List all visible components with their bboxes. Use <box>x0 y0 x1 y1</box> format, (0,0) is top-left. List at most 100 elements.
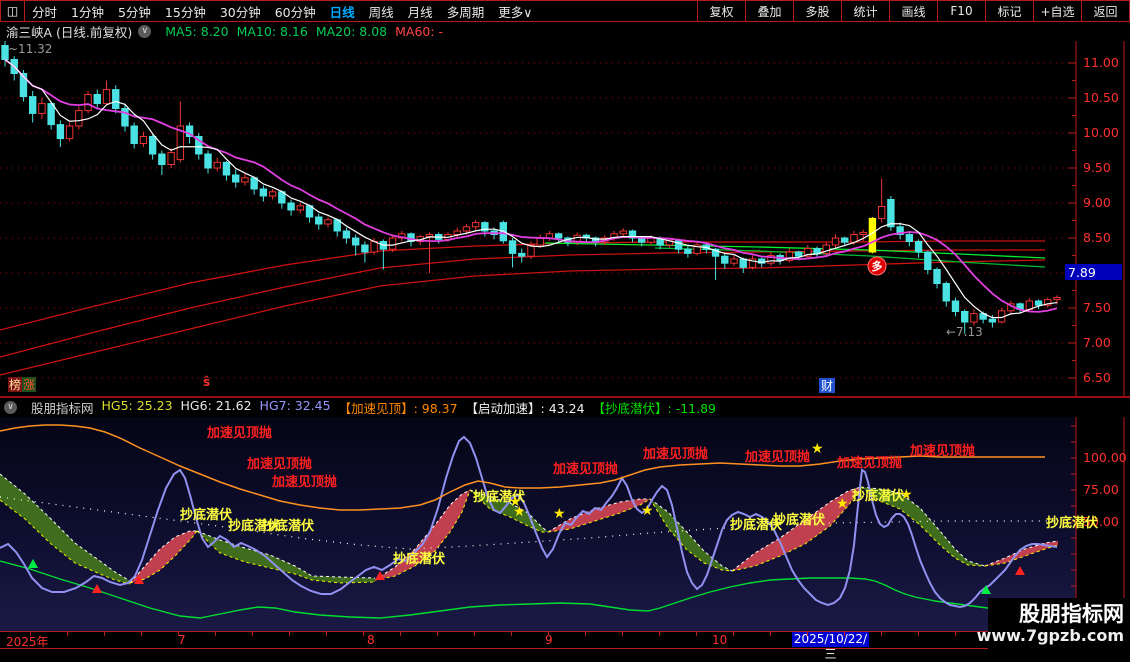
toolbar-button[interactable]: 叠加 <box>745 1 793 21</box>
candle-body <box>66 126 72 139</box>
candle-body <box>814 249 820 254</box>
ma-value-label: MA10: 8.16 <box>237 24 308 39</box>
star-marker: ★ <box>900 487 913 503</box>
date-tick <box>585 632 586 636</box>
label-jiasu-jianding: 加速见顶抛 <box>246 456 312 472</box>
tab-period[interactable]: 1分钟 <box>64 2 111 21</box>
candle-body <box>463 227 469 231</box>
indicator-collapse-icon[interactable]: ∨ <box>4 401 17 414</box>
star-marker: ★ <box>553 506 566 522</box>
current-date-label: 2025/10/22/三 <box>792 632 869 647</box>
window-split-icon[interactable]: ◫ <box>1 1 25 21</box>
label-jiasu-jianding: 加速见顶抛 <box>642 446 708 462</box>
candle-body <box>76 111 82 126</box>
tab-period[interactable]: 分时 <box>25 2 64 21</box>
symbol-title: 渝三峡A (日线.前复权) <box>6 22 132 41</box>
label-chaodi-qianfu: 抄底潜伏 <box>180 507 232 523</box>
date-tick <box>659 632 660 636</box>
rank-badge-text: 涨 <box>23 377 35 392</box>
toolbar-button[interactable]: +自选 <box>1033 1 1081 21</box>
date-axis-label: 2025年 <box>6 633 49 650</box>
price-axis-label: 10.50 <box>1083 90 1119 105</box>
candle-body <box>149 137 155 155</box>
candle-body <box>352 238 358 245</box>
candle-body <box>519 253 525 256</box>
candle-body <box>316 217 322 224</box>
candle-body <box>325 220 331 224</box>
ma-value-label: MA60: - <box>395 24 443 39</box>
label-chaodi-qianfu: 抄底潜伏 <box>262 518 314 534</box>
candle-body <box>288 203 294 210</box>
candle-body <box>260 189 266 196</box>
tab-period[interactable]: 30分钟 <box>213 2 268 21</box>
tab-period[interactable]: 5分钟 <box>111 2 158 21</box>
tab-period[interactable]: 更多∨ <box>491 2 539 21</box>
long-ma-red-2 <box>0 250 1045 357</box>
label-chaodi-qianfu: 抄底潜伏 <box>393 551 445 567</box>
candle-body <box>795 252 801 256</box>
date-tick <box>178 632 179 636</box>
toolbar-button[interactable]: 画线 <box>889 1 937 21</box>
tab-period[interactable]: 15分钟 <box>158 2 213 21</box>
star-marker: ★ <box>811 441 824 457</box>
date-tick <box>326 632 327 636</box>
tab-period[interactable]: 60分钟 <box>268 2 323 21</box>
toolbar-button[interactable]: 复权 <box>697 1 745 21</box>
candle-body <box>934 270 940 284</box>
toolbar-button[interactable]: 返回 <box>1081 1 1129 21</box>
tab-period[interactable]: 多周期 <box>440 2 492 21</box>
duo-signal-text: 多 <box>872 259 883 273</box>
indicator-value-label: 股朋指标网 <box>31 398 94 417</box>
date-tick <box>733 632 734 636</box>
tab-period[interactable]: 日线 <box>323 2 362 21</box>
label-jiasu-jianding: 加速见顶抛 <box>552 461 618 477</box>
date-tick <box>881 632 882 636</box>
date-tick <box>141 632 142 636</box>
date-tick <box>622 632 623 636</box>
label-jiasu-jianding: 加速见顶抛 <box>836 455 902 471</box>
candle-body <box>297 206 303 210</box>
candle-body <box>722 256 728 263</box>
date-tick <box>400 632 401 636</box>
candle-body <box>39 104 45 114</box>
star-marker: ★ <box>836 496 849 512</box>
candle-body <box>740 259 746 267</box>
candle-body <box>454 231 460 235</box>
candle-body <box>343 231 349 238</box>
price-axis-label: 7.00 <box>1083 335 1111 350</box>
price-axis-label: 9.50 <box>1083 160 1111 175</box>
watermark-url: www.7gpzb.com <box>977 626 1124 646</box>
indicator-value-label: HG5: 25.23 <box>102 398 173 417</box>
candle-body <box>103 90 109 104</box>
label-jiasu-jianding: 加速见顶抛 <box>744 449 810 465</box>
ma-value-label: MA5: 8.20 <box>165 24 228 39</box>
tab-period[interactable]: 月线 <box>401 2 440 21</box>
high-price-label: ~11.32 <box>8 42 52 56</box>
rank-badge-text: 榜 <box>9 377 21 392</box>
label-jiasu-jianding: 加速见顶抛 <box>206 425 272 441</box>
date-tick <box>437 632 438 636</box>
candle-body <box>113 90 119 109</box>
date-tick <box>696 632 697 636</box>
tab-period[interactable]: 周线 <box>362 2 401 21</box>
toolbar-button[interactable]: 标记 <box>985 1 1033 21</box>
candle-body <box>731 259 737 263</box>
price-axis-label: 9.00 <box>1083 195 1111 210</box>
toolbar-button[interactable]: 统计 <box>841 1 889 21</box>
date-tick <box>844 632 845 636</box>
collapse-icon[interactable]: ∨ <box>138 25 151 38</box>
candle-body <box>214 162 220 168</box>
top-menu-bar: ◫ 分时1分钟5分钟15分钟30分钟60分钟日线周线月线多周期更多∨ 复权叠加多… <box>0 0 1130 22</box>
sell-marker: ŝ <box>203 375 210 389</box>
candle-body <box>537 238 543 245</box>
current-price-label: 7.89 <box>1068 265 1096 280</box>
indicator-value-label: HG7: 32.45 <box>260 398 331 417</box>
candle-body <box>159 154 165 165</box>
ma10-line <box>5 60 1057 312</box>
candle-body <box>555 234 561 238</box>
toolbar-button[interactable]: 多股 <box>793 1 841 21</box>
candle-body <box>140 137 146 144</box>
date-tick <box>770 632 771 636</box>
toolbar-button[interactable]: F10 <box>937 1 985 21</box>
sub-axis-label: 75.00 <box>1083 482 1119 497</box>
